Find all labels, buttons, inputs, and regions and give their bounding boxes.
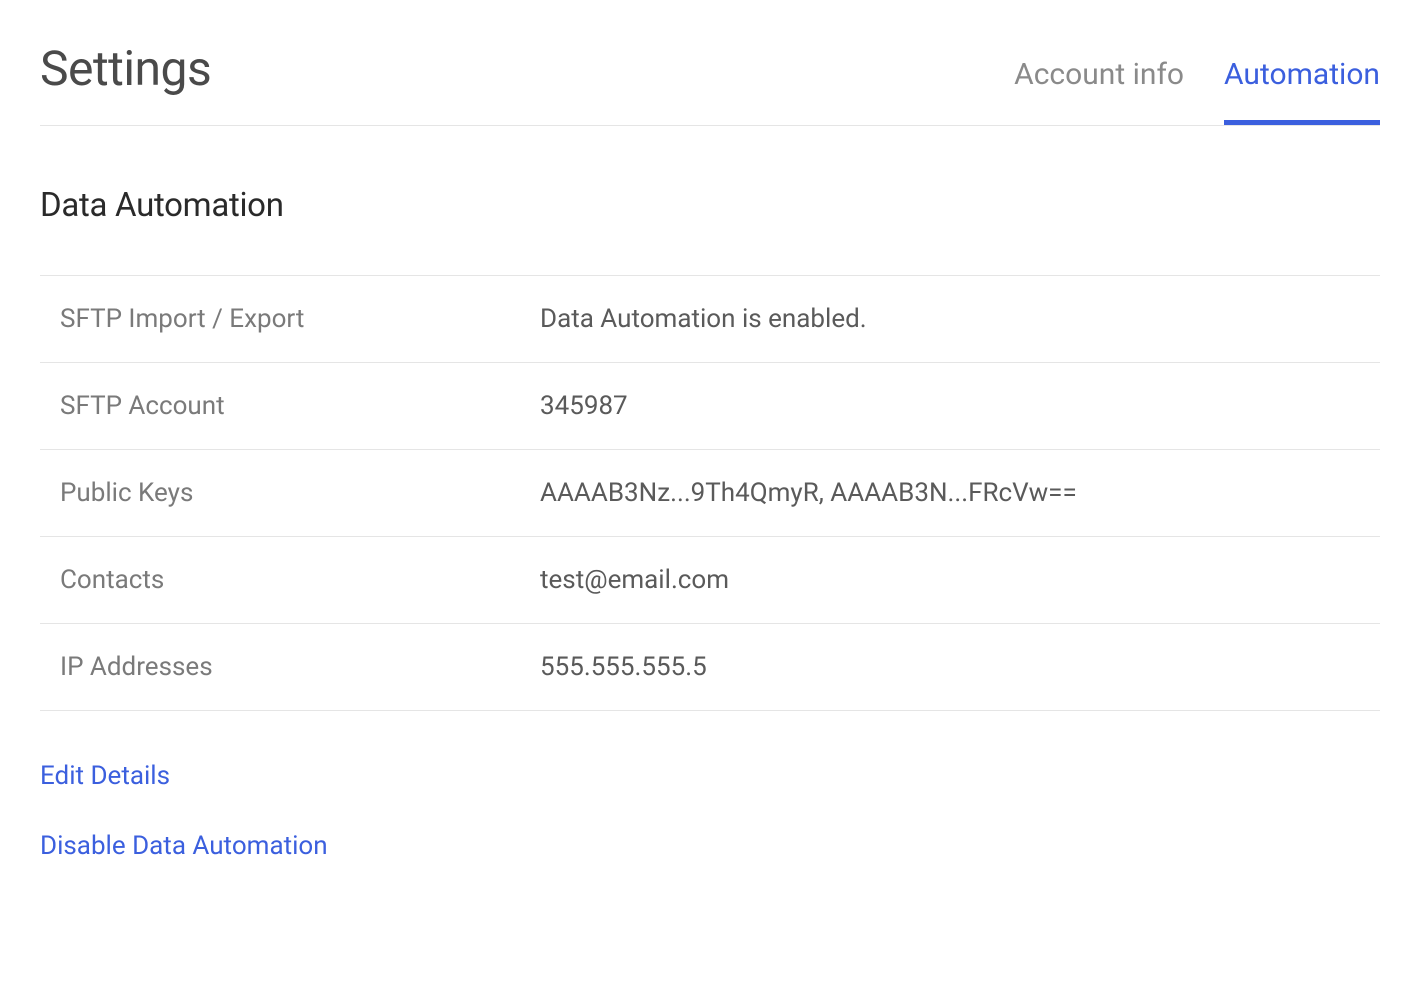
details-table: SFTP Import / Export Data Automation is …: [40, 275, 1380, 711]
detail-value: Data Automation is enabled.: [540, 304, 1360, 334]
header: Settings Account info Automation: [40, 40, 1380, 126]
edit-details-button[interactable]: Edit Details: [40, 761, 170, 791]
detail-value: 555.555.555.5: [540, 652, 1360, 682]
detail-label: SFTP Import / Export: [60, 304, 540, 334]
detail-label: IP Addresses: [60, 652, 540, 682]
detail-row-sftp-account: SFTP Account 345987: [40, 363, 1380, 450]
tab-automation[interactable]: Automation: [1224, 57, 1380, 125]
detail-value: 345987: [540, 391, 1360, 421]
detail-value: test@email.com: [540, 565, 1360, 595]
section-title: Data Automation: [40, 186, 1380, 225]
detail-row-contacts: Contacts test@email.com: [40, 537, 1380, 624]
detail-value: AAAAB3Nz...9Th4QmyR, AAAAB3N...FRcVw==: [540, 478, 1360, 508]
tabs: Account info Automation: [1014, 57, 1380, 125]
detail-label: SFTP Account: [60, 391, 540, 421]
detail-label: Contacts: [60, 565, 540, 595]
detail-row-ip-addresses: IP Addresses 555.555.555.5: [40, 624, 1380, 711]
detail-row-public-keys: Public Keys AAAAB3Nz...9Th4QmyR, AAAAB3N…: [40, 450, 1380, 537]
disable-data-automation-button[interactable]: Disable Data Automation: [40, 831, 328, 861]
actions: Edit Details Disable Data Automation: [40, 761, 1380, 861]
tab-account-info[interactable]: Account info: [1014, 57, 1184, 125]
detail-row-sftp-import-export: SFTP Import / Export Data Automation is …: [40, 276, 1380, 363]
detail-label: Public Keys: [60, 478, 540, 508]
page-title: Settings: [40, 40, 211, 125]
